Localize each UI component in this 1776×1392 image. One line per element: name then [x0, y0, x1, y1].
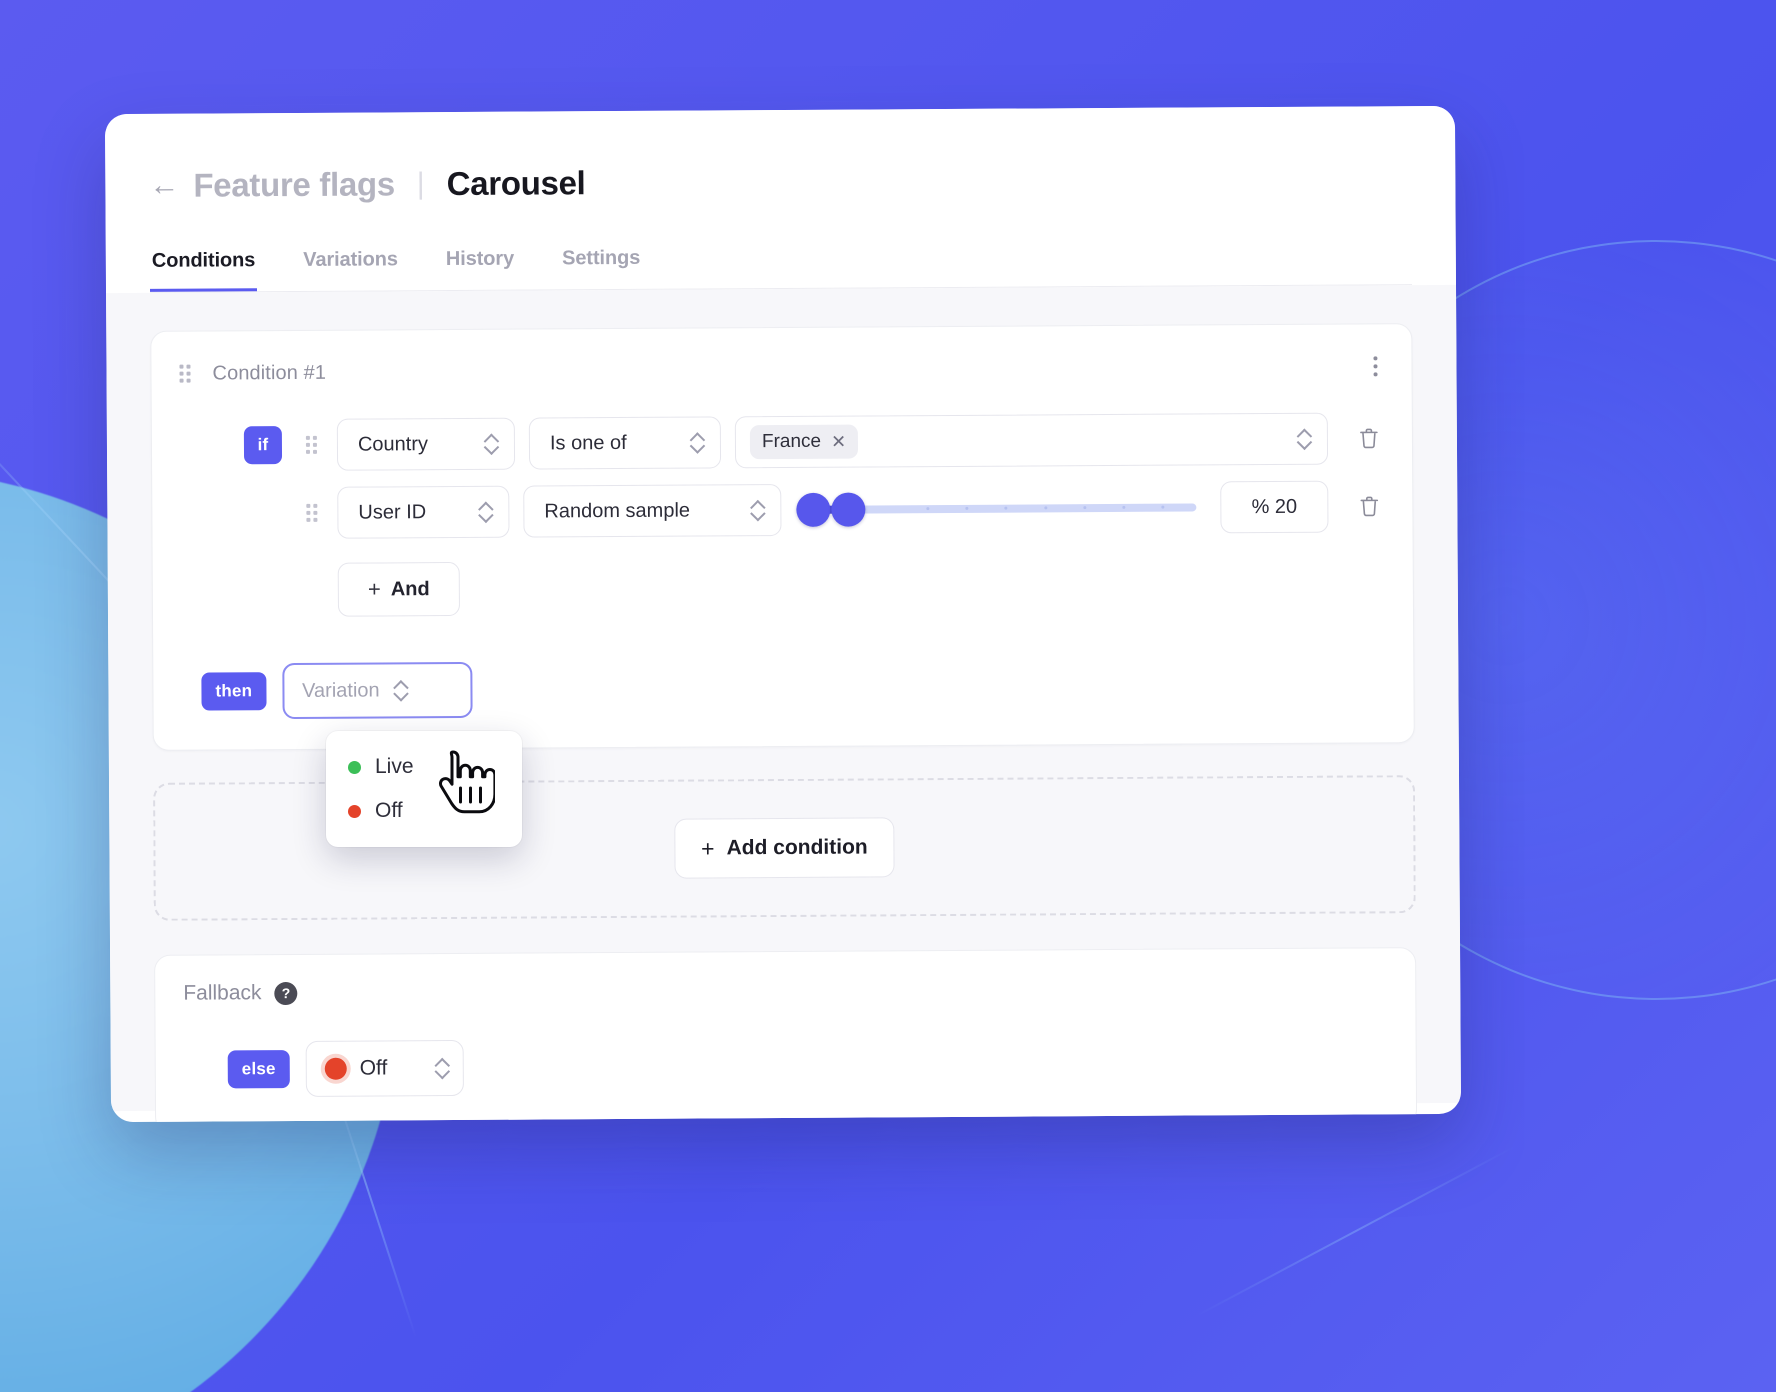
operator-select-randomsample[interactable]: Random sample: [523, 484, 782, 538]
dropdown-option-live[interactable]: Live: [326, 745, 522, 789]
operator-select-isoneof[interactable]: Is one of: [528, 416, 722, 470]
chevron-updown-icon: [750, 499, 764, 521]
panel-body: Condition #1 if Country Is one of France…: [106, 284, 1461, 1123]
row-drag-handle-icon[interactable]: [306, 503, 318, 522]
slider-tick: [1004, 506, 1008, 510]
question-mark-icon[interactable]: ?: [274, 981, 298, 1005]
row-drag-handle-icon[interactable]: [305, 435, 318, 454]
value-chip-france[interactable]: France ✕: [749, 424, 859, 460]
breadcrumb-parent-link[interactable]: Feature flags: [193, 165, 395, 204]
chevron-updown-icon: [690, 431, 704, 453]
add-and-button-label: And: [390, 577, 430, 600]
and-row: if + And: [245, 548, 1385, 617]
dropdown-option-live-label: Live: [375, 755, 414, 778]
percent-input[interactable]: % 20: [1220, 480, 1329, 534]
dropdown-option-off[interactable]: Off: [326, 789, 522, 833]
panel-header: ← Feature flags | Carousel Conditions Va…: [104, 105, 1457, 294]
add-condition-button-label: Add condition: [726, 835, 868, 860]
slider-knob-end[interactable]: [831, 492, 866, 527]
condition-rows: if Country Is one of France ✕ User ID Ra…: [180, 412, 1385, 617]
trash-icon[interactable]: [1354, 491, 1384, 521]
fallback-card: Fallback ? else Off: [154, 947, 1418, 1123]
attribute-select-userid[interactable]: User ID: [337, 485, 510, 539]
close-icon[interactable]: ✕: [831, 432, 846, 452]
operator-select-value: Is one of: [549, 431, 627, 454]
slider-tick: [965, 506, 969, 510]
percentage-slider[interactable]: [795, 481, 1206, 536]
variation-select-placeholder: Variation: [302, 678, 380, 702]
attribute-select-userid-value: User ID: [358, 500, 427, 524]
status-dot-off: [324, 1057, 347, 1080]
breadcrumb-separator: |: [416, 167, 425, 201]
arrow-left-icon[interactable]: ←: [149, 169, 179, 202]
chevron-updown-icon: [484, 433, 498, 455]
chevron-updown-icon: [1297, 428, 1311, 450]
slider-tick: [1122, 505, 1126, 509]
then-row: then Variation: [181, 656, 1385, 720]
kebab-menu-icon[interactable]: [1367, 350, 1383, 382]
slider-track[interactable]: [796, 492, 1197, 527]
add-and-button[interactable]: + And: [337, 561, 461, 617]
slider-tick: [1082, 506, 1086, 510]
chevron-updown-icon: [435, 1057, 449, 1079]
tab-conditions[interactable]: Conditions: [149, 243, 258, 292]
fallback-variation-select[interactable]: Off: [305, 1039, 464, 1097]
dropdown-option-off-label: Off: [375, 799, 403, 822]
then-badge: then: [201, 672, 267, 711]
operator-select-value: Random sample: [544, 499, 691, 522]
background-streak-3: [1196, 1145, 1516, 1317]
status-dot-live: [348, 760, 361, 774]
condition-title: Condition #1: [212, 361, 327, 384]
value-chip-label: France: [761, 430, 822, 453]
plus-icon: +: [367, 576, 381, 602]
variation-select[interactable]: Variation: [281, 661, 473, 720]
tab-history[interactable]: History: [444, 242, 517, 290]
add-condition-button[interactable]: + Add condition: [673, 817, 895, 879]
slider-tick: [1161, 505, 1165, 509]
fallback-row: else Off: [184, 1034, 1388, 1097]
plus-icon: +: [701, 834, 715, 862]
status-dot-off: [348, 804, 361, 818]
condition-row-1: if Country Is one of France ✕: [243, 412, 1384, 471]
if-badge: if: [243, 426, 283, 465]
tab-bar: Conditions Variations History Settings: [149, 236, 1413, 293]
slider-knob-start[interactable]: [796, 492, 831, 527]
condition-card: Condition #1 if Country Is one of France…: [150, 323, 1415, 751]
fallback-title: Fallback: [183, 981, 262, 1005]
drag-handle-icon[interactable]: [179, 364, 191, 383]
slider-tick: [926, 507, 930, 511]
tab-settings[interactable]: Settings: [560, 241, 642, 290]
fallback-header: Fallback ?: [183, 974, 1387, 1005]
page-title: Carousel: [446, 164, 586, 203]
trash-icon[interactable]: [1354, 423, 1384, 453]
slider-tick: [1043, 506, 1047, 510]
chevron-updown-icon: [478, 501, 492, 523]
condition-header: Condition #1: [179, 350, 1383, 389]
variation-dropdown-menu: Live Off: [326, 731, 522, 847]
breadcrumb: ← Feature flags | Carousel: [149, 152, 1411, 212]
tab-variations[interactable]: Variations: [301, 242, 400, 291]
feature-flag-panel: ← Feature flags | Carousel Conditions Va…: [104, 105, 1462, 1123]
chevron-updown-icon: [394, 679, 408, 701]
condition-row-2: if User ID Random sample: [244, 480, 1384, 539]
attribute-select-country-value: Country: [357, 432, 429, 456]
else-badge: else: [227, 1050, 290, 1089]
attribute-select-country[interactable]: Country: [336, 417, 516, 471]
fallback-variation-value: Off: [359, 1056, 388, 1080]
value-multiselect[interactable]: France ✕: [734, 412, 1329, 469]
